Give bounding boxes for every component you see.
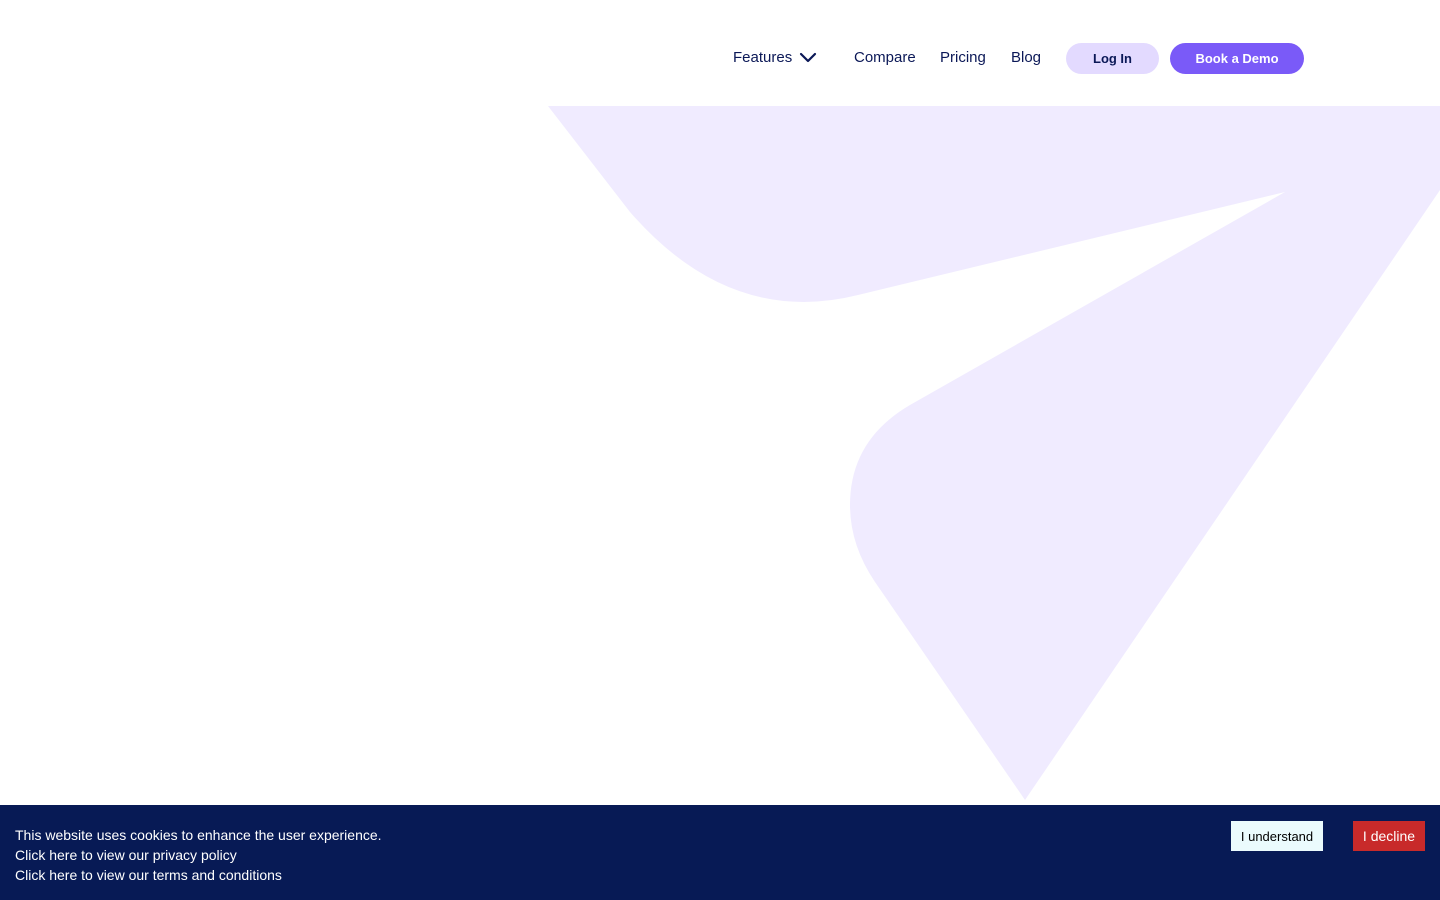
- cookie-banner: This website uses cookies to enhance the…: [0, 805, 1440, 900]
- hero-decorative-shape: [548, 106, 1440, 800]
- hero-shape-path: [548, 106, 1440, 800]
- nav-blog-link[interactable]: Blog: [1011, 48, 1041, 68]
- chevron-down-icon[interactable]: [798, 50, 818, 66]
- top-nav: Features Compare Pricing Blog Log In Boo…: [0, 0, 1440, 106]
- page: Features Compare Pricing Blog Log In Boo…: [0, 0, 1440, 900]
- accept-cookies-button[interactable]: I understand: [1231, 821, 1323, 851]
- login-button[interactable]: Log In: [1066, 43, 1159, 74]
- cookie-message: This website uses cookies to enhance the…: [15, 827, 382, 843]
- decline-cookies-button[interactable]: I decline: [1353, 821, 1425, 851]
- nav-features-link[interactable]: Features: [733, 48, 792, 68]
- nav-compare-link[interactable]: Compare: [854, 48, 916, 68]
- privacy-policy-link[interactable]: Click here to view our privacy policy: [15, 845, 237, 865]
- book-demo-button[interactable]: Book a Demo: [1170, 43, 1304, 74]
- nav-pricing-link[interactable]: Pricing: [940, 48, 986, 68]
- terms-link[interactable]: Click here to view our terms and conditi…: [15, 865, 282, 885]
